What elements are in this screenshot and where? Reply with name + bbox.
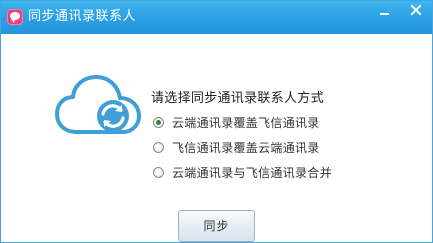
dialog-content: 请选择同步通讯录联系人方式 云端通讯录覆盖飞信通讯录 飞信通讯录覆盖云端通讯录 … [1,34,432,242]
close-icon [410,4,422,16]
sync-contacts-dialog: 同步通讯录联系人 请选择同步通讯录联系人方式 云端通讯录覆盖飞信通讯录 飞信通讯… [0,0,433,243]
minimize-icon [380,13,389,15]
option-label: 云端通讯录与飞信通讯录合并 [172,165,332,180]
title-bar[interactable]: 同步通讯录联系人 [1,1,432,34]
option-fetion-overwrite-cloud[interactable]: 飞信通讯录覆盖云端通讯录 [153,138,320,156]
radio-button[interactable] [153,141,164,153]
radio-button-selected[interactable] [153,116,164,128]
sync-button[interactable]: 同步 [178,210,255,242]
cloud-sync-icon [55,75,141,134]
radio-button[interactable] [153,166,164,178]
option-cloud-overwrite-fetion[interactable]: 云端通讯录覆盖飞信通讯录 [153,113,320,131]
fetion-app-icon [7,9,23,25]
close-button[interactable] [403,1,429,21]
option-label: 飞信通讯录覆盖云端通讯录 [172,140,320,155]
minimize-button[interactable] [371,1,397,21]
sync-method-prompt: 请选择同步通讯录联系人方式 [151,91,324,106]
window-title: 同步通讯录联系人 [28,9,137,24]
option-merge-contacts[interactable]: 云端通讯录与飞信通讯录合并 [153,163,332,181]
option-label: 云端通讯录覆盖飞信通讯录 [172,115,320,130]
